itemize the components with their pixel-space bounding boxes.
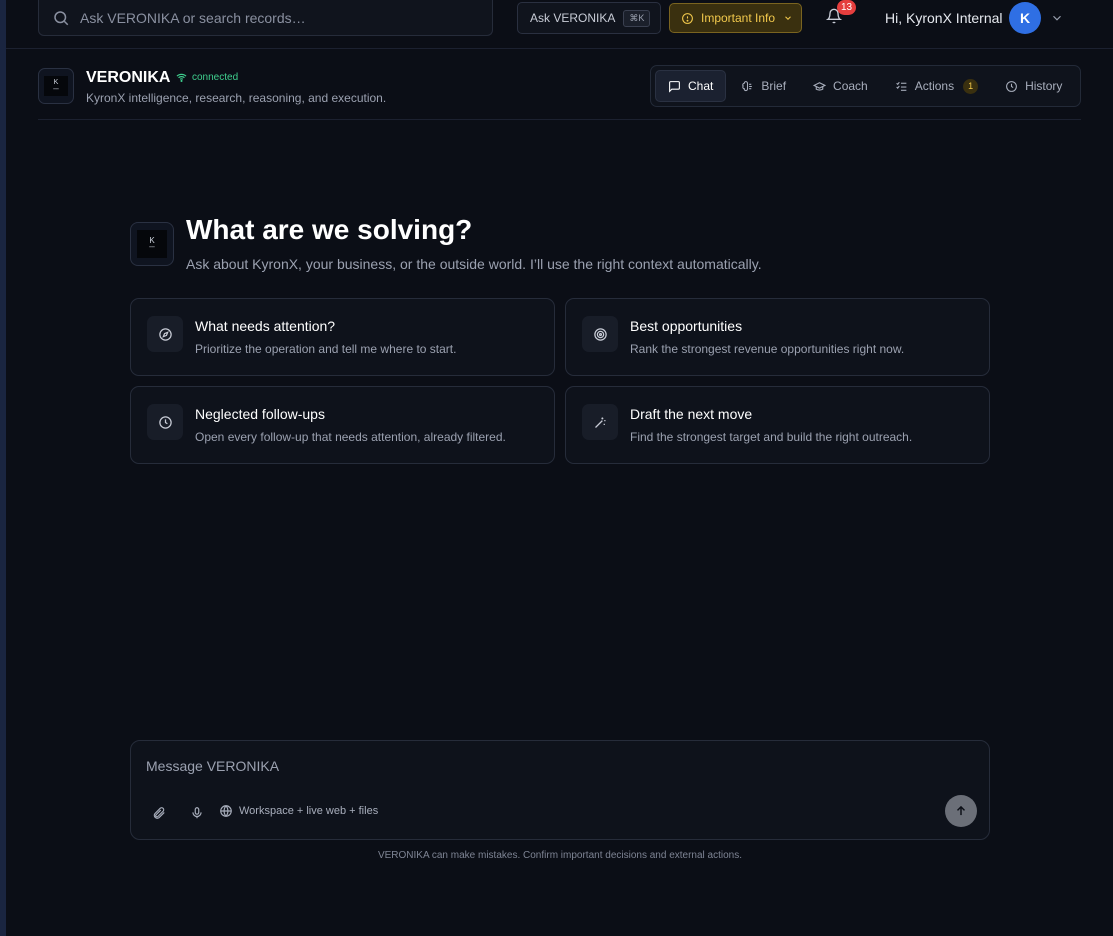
card-title: Draft the next move (630, 406, 753, 422)
search-icon (54, 10, 69, 25)
avatar[interactable]: K (1009, 2, 1041, 34)
search-input[interactable] (80, 9, 460, 26)
connection-status: connected (176, 72, 238, 83)
suggestion-card-attention[interactable]: What needs attention? Prioritize the ope… (130, 298, 555, 376)
brief-icon (742, 80, 753, 91)
hero-title: What are we solving? (186, 214, 473, 245)
tab-brief[interactable]: Brief (729, 70, 798, 102)
card-icon-box (147, 316, 183, 352)
history-icon (1006, 80, 1018, 92)
tab-coach-label: Coach (833, 79, 868, 93)
tab-chat[interactable]: Chat (655, 70, 727, 102)
microphone-icon (192, 807, 202, 819)
card-title: Neglected follow-ups (195, 406, 325, 422)
top-bar: Ask VERONIKA ⌘K Important Info 13 Hi, Ky… (6, 0, 1113, 49)
context-selector[interactable]: Workspace + live web + files (219, 804, 378, 818)
suggestion-card-draft[interactable]: Draft the next move Find the strongest t… (565, 386, 990, 464)
kyronx-logo-icon: K ━━━ (44, 76, 68, 96)
card-title: Best opportunities (630, 318, 743, 334)
clock-icon (158, 415, 172, 429)
view-tabs: Chat Brief Coach Actions 1 History (650, 65, 1081, 107)
suggestion-card-opportunities[interactable]: Best opportunities Rank the strongest re… (565, 298, 990, 376)
app-title: VERONIKA (86, 69, 171, 86)
important-info-button[interactable]: Important Info (669, 3, 802, 33)
app-subtitle: KyronX intelligence, research, reasoning… (86, 91, 387, 105)
wifi-icon (176, 73, 187, 82)
info-icon (682, 12, 693, 24)
tab-brief-label: Brief (761, 79, 787, 93)
connection-status-label: connected (192, 72, 239, 83)
suggestion-card-follow-ups[interactable]: Neglected follow-ups Open every follow-u… (130, 386, 555, 464)
ask-veronika-label: Ask VERONIKA (530, 11, 616, 25)
compass-icon (158, 327, 172, 341)
global-search[interactable] (38, 0, 493, 36)
attach-button[interactable] (149, 803, 169, 823)
tab-coach[interactable]: Coach (801, 70, 880, 102)
app-header: K ━━━ VERONIKA connected KyronX intellige… (38, 65, 1081, 120)
kyronx-logo-icon: K ━━━ (137, 230, 167, 258)
arrow-up-icon (956, 805, 966, 816)
coach-icon (813, 81, 827, 91)
notification-count-badge: 13 (837, 0, 856, 15)
context-label: Workspace + live web + files (239, 805, 379, 817)
send-button[interactable] (945, 795, 977, 827)
tab-chat-label: Chat (688, 79, 714, 93)
message-composer: Workspace + live web + files (130, 740, 990, 840)
card-description: Find the strongest target and build the … (630, 430, 913, 444)
disclaimer-text: VERONIKA can make mistakes. Confirm impo… (377, 850, 743, 861)
card-title: What needs attention? (195, 318, 336, 334)
app-logo: K ━━━ (38, 68, 74, 104)
card-icon-box (147, 404, 183, 440)
tab-history[interactable]: History (993, 70, 1074, 102)
left-rail (0, 0, 6, 936)
shortcut-hint: ⌘K (623, 9, 651, 27)
hero-subtitle: Ask about KyronX, your business, or the … (186, 256, 762, 272)
actions-count-badge: 1 (963, 78, 979, 94)
target-icon (593, 327, 607, 341)
tab-actions-label: Actions (914, 79, 955, 93)
card-description: Prioritize the operation and tell me whe… (195, 342, 457, 356)
globe-icon (220, 805, 232, 817)
card-icon-box (582, 404, 618, 440)
message-input[interactable] (146, 758, 966, 780)
actions-icon (895, 81, 907, 91)
tab-actions[interactable]: Actions 1 (883, 70, 990, 102)
card-icon-box (582, 316, 618, 352)
hero-logo: K ━━━ (130, 222, 174, 266)
chevron-down-icon[interactable] (1050, 11, 1064, 25)
voice-button[interactable] (187, 803, 207, 823)
chevron-down-icon (785, 16, 791, 20)
ask-veronika-button[interactable]: Ask VERONIKA ⌘K (517, 2, 661, 34)
card-description: Open every follow-up that needs attentio… (195, 430, 506, 444)
paperclip-icon (153, 807, 165, 819)
important-info-label: Important Info (701, 11, 776, 25)
card-description: Rank the strongest revenue opportunities… (630, 342, 905, 356)
wand-icon (594, 417, 605, 428)
user-greeting[interactable]: Hi, KyronX Internal (885, 10, 1003, 26)
chat-icon (669, 80, 680, 93)
tab-history-label: History (1025, 79, 1063, 93)
